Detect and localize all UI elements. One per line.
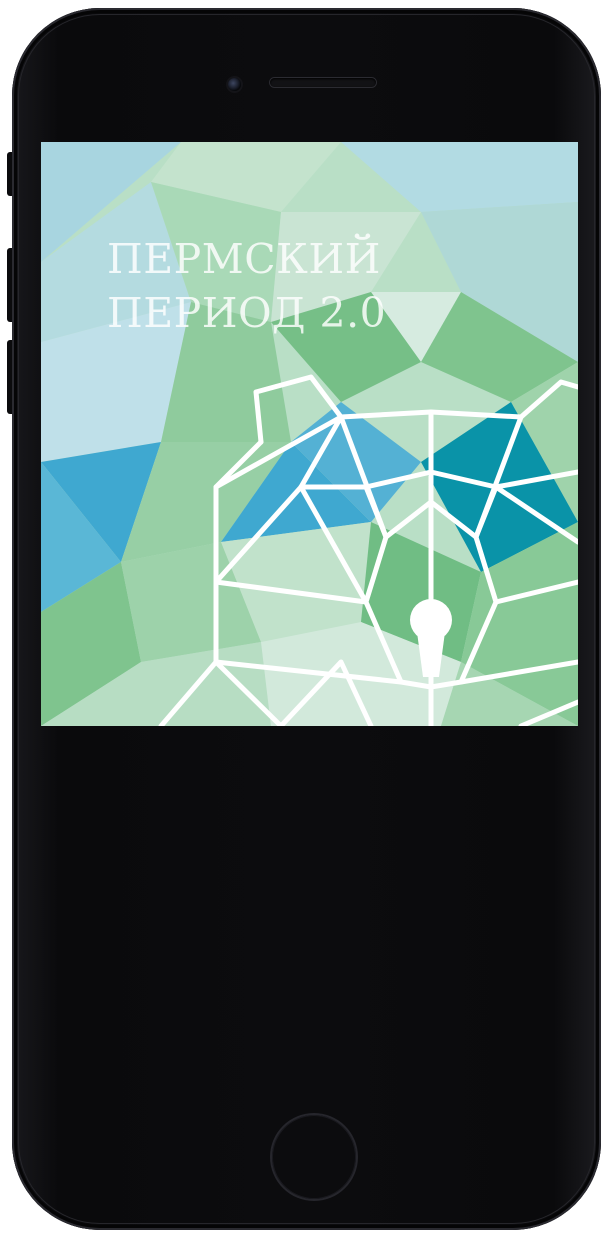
app-title-line2: ПЕРИОД 2.0 — [107, 289, 387, 337]
polygon-background — [41, 142, 578, 726]
device-mockup: ПЕРМСКИЙ ПЕРИОД 2.0 — [0, 0, 603, 1233]
app-title-line1: ПЕРМСКИЙ — [107, 235, 381, 283]
app-title: ПЕРМСКИЙ ПЕРИОД 2.0 — [107, 232, 386, 340]
app-splash-screen[interactable]: ПЕРМСКИЙ ПЕРИОД 2.0 — [41, 142, 578, 726]
home-button[interactable] — [272, 1115, 356, 1199]
earpiece-speaker — [270, 78, 376, 87]
front-camera — [228, 78, 241, 91]
